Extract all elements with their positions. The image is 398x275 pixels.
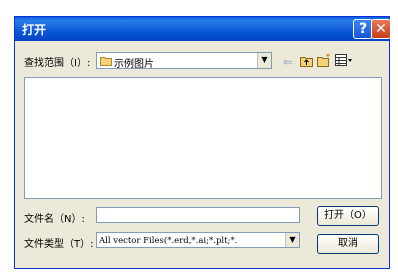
cancel-button[interactable]: 取消 (317, 234, 379, 254)
lookin-select[interactable]: 示例图片 ▼ (96, 52, 272, 69)
filename-input[interactable] (96, 207, 300, 223)
title-bar: 打开 ? ✕ (15, 17, 391, 41)
chevron-down-icon[interactable]: ▼ (257, 53, 271, 68)
folder-icon (100, 57, 112, 66)
close-button[interactable]: ✕ (371, 19, 391, 39)
view-menu-icon[interactable] (335, 54, 353, 67)
filetype-select[interactable]: All vector Files(*.erd,*.ai;*.plt;*. ▼ (96, 232, 300, 248)
filetype-label: 文件类型（T）: (24, 239, 94, 250)
filename-label: 文件名（N）: (24, 214, 85, 225)
lookin-value: 示例图片 (114, 59, 154, 69)
help-button[interactable]: ? (353, 19, 373, 39)
open-button[interactable]: 打开（O） (317, 206, 379, 226)
chevron-down-icon[interactable]: ▼ (285, 233, 299, 247)
new-folder-icon[interactable] (317, 53, 331, 67)
up-folder-icon[interactable] (300, 54, 313, 67)
open-file-dialog: 打开 ? ✕ 查找范围（I）: 示例图片 ▼ ⇐ 文件名（N）: 文件类型（T）… (14, 16, 391, 269)
file-list[interactable] (24, 77, 382, 199)
back-icon[interactable]: ⇐ (283, 55, 293, 69)
filetype-value: All vector Files(*.erd,*.ai;*.plt;*. (99, 236, 238, 246)
lookin-label: 查找范围（I）: (24, 58, 91, 69)
dialog-title: 打开 (22, 23, 47, 37)
